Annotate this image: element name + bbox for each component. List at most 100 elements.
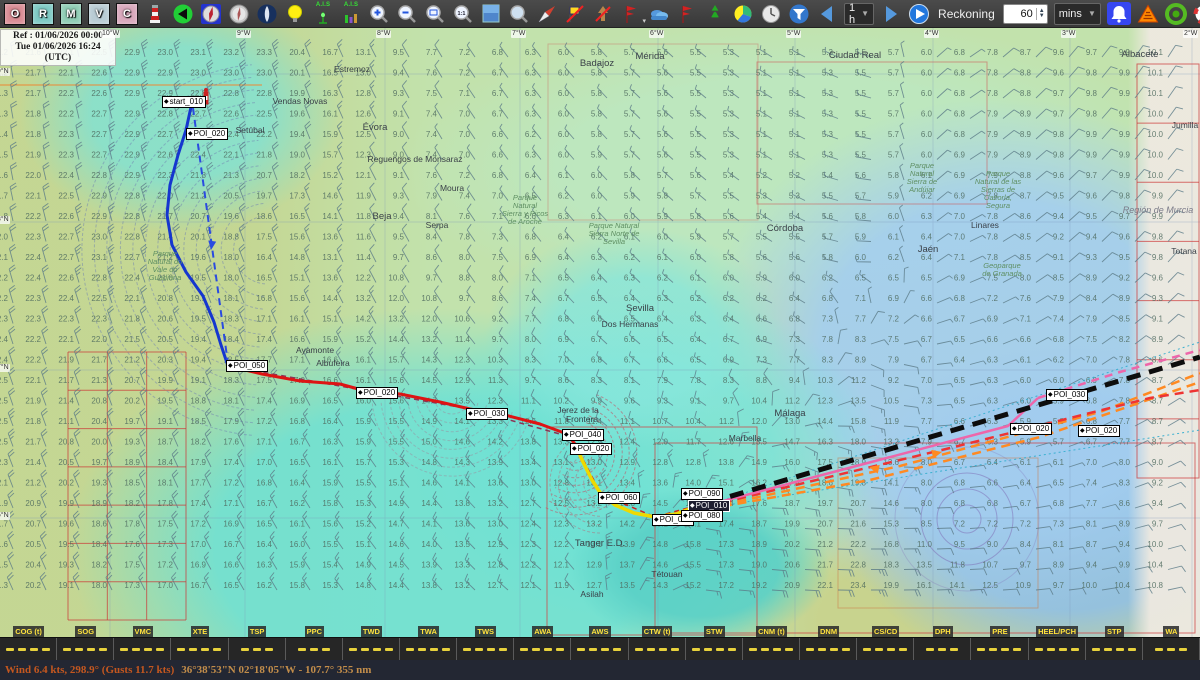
no-data-dash <box>298 648 306 651</box>
target-button[interactable] <box>1165 3 1187 25</box>
instrument-cell-wa[interactable] <box>1143 638 1200 660</box>
svg-text:20.2: 20.2 <box>784 540 800 549</box>
map-canvas[interactable]: 21.221.622.122.522.923.023.123.223.320.4… <box>0 28 1200 637</box>
svg-text:5.1: 5.1 <box>756 69 768 78</box>
instrument-cell-twd[interactable] <box>343 638 400 660</box>
tips-bulb-button[interactable] <box>284 3 306 25</box>
reckoning-spinbox[interactable]: 60▲▼ <box>1003 4 1048 24</box>
poi-label-POI_080[interactable]: ◆POI_080 <box>681 510 723 522</box>
instrument-cell-tsp[interactable] <box>229 638 286 660</box>
hazard-warning-button[interactable] <box>1137 3 1159 25</box>
hide-track-button[interactable] <box>592 3 614 25</box>
poi-label-POI_030[interactable]: ◆POI_030 <box>1046 389 1088 401</box>
zoom-area-button[interactable] <box>424 3 446 25</box>
meteogram-button[interactable] <box>732 3 754 25</box>
poi-label-POI_090[interactable]: ◆POI_090 <box>681 488 723 500</box>
hide-poi-button[interactable] <box>564 3 586 25</box>
svg-text:12.9: 12.9 <box>586 561 602 570</box>
alarm-bell-button[interactable] <box>1107 2 1131 25</box>
grib-wind2-button[interactable] <box>676 3 698 25</box>
poi-label-start_010[interactable]: ◆start_010 <box>162 96 206 108</box>
chevron-down-icon[interactable]: ▾ <box>642 17 646 25</box>
instrument-cell-ctwt[interactable] <box>629 638 686 660</box>
grib-step-combo[interactable]: 1 h▼ <box>844 3 874 25</box>
chart-layer-m[interactable]: M <box>60 3 82 25</box>
no-data-dash <box>499 648 507 651</box>
poi-label-POI_040[interactable]: ◆POI_040 <box>562 429 604 441</box>
instrument-cell-stp[interactable] <box>1086 638 1143 660</box>
zoom-out-button[interactable] <box>396 3 418 25</box>
compass-gray-button[interactable] <box>228 3 250 25</box>
instrument-cell-vmc[interactable] <box>114 638 171 660</box>
svg-text:7.9: 7.9 <box>1086 315 1098 324</box>
lighthouse-button[interactable] <box>144 3 166 25</box>
assistance-button[interactable] <box>1193 3 1200 25</box>
reckoning-unit-combo[interactable]: mins▼ <box>1054 3 1101 25</box>
instrument-cell-cscd[interactable] <box>857 638 914 660</box>
instrument-cell-tws[interactable] <box>457 638 514 660</box>
ais-list-button[interactable]: A.I.S <box>340 3 362 25</box>
svg-text:12.7: 12.7 <box>520 499 536 508</box>
svg-text:17.1: 17.1 <box>289 356 305 365</box>
svg-text:20.2: 20.2 <box>58 479 74 488</box>
svg-text:23.0: 23.0 <box>256 69 272 78</box>
instrument-cell-cnmt[interactable] <box>743 638 800 660</box>
svg-text:7.3: 7.3 <box>921 397 933 406</box>
poi-label-POI_020[interactable]: ◆POI_020 <box>356 387 398 399</box>
svg-text:12.2: 12.2 <box>355 274 371 283</box>
svg-text:13.4: 13.4 <box>520 458 536 467</box>
compass-blue-button[interactable] <box>200 3 222 25</box>
chart-layer-r[interactable]: R <box>32 3 54 25</box>
instrument-cell-aws[interactable] <box>571 638 628 660</box>
chart-layer-o[interactable]: O <box>4 3 26 25</box>
svg-text:13.7: 13.7 <box>619 561 635 570</box>
instrument-caption-cogt: COG (t) <box>13 626 44 637</box>
poi-label-text: POI_020 <box>1086 426 1118 435</box>
grib-next-button[interactable] <box>880 3 902 25</box>
center-boat-button[interactable] <box>172 3 194 25</box>
poi-label-POI_030[interactable]: ◆POI_030 <box>466 408 508 420</box>
instrument-cell-heelpch[interactable] <box>1029 638 1086 660</box>
poi-label-POI_020[interactable]: ◆POI_020 <box>570 443 612 455</box>
spin-arrows-icon[interactable]: ▲▼ <box>1036 8 1047 20</box>
grib-reload-button[interactable] <box>704 3 726 25</box>
poi-label-POI_050[interactable]: ◆POI_050 <box>226 360 268 372</box>
zoom-in-button[interactable] <box>368 3 390 25</box>
compass-needle-button[interactable] <box>536 3 558 25</box>
svg-text:7.0: 7.0 <box>459 130 471 139</box>
chart-layer-v[interactable]: V <box>88 3 110 25</box>
boat-view-button[interactable] <box>256 3 278 25</box>
instrument-cell-dnm[interactable] <box>800 638 857 660</box>
map-opacity-button[interactable] <box>480 3 502 25</box>
zoom-1-1-button[interactable]: 1:1 <box>452 3 474 25</box>
poi-label-POI_020[interactable]: ◆POI_020 <box>186 128 228 140</box>
grib-play-button[interactable] <box>908 3 930 25</box>
zoom-grib-button[interactable] <box>508 3 530 25</box>
svg-text:19.9: 19.9 <box>58 499 74 508</box>
grib-filter-button[interactable] <box>788 3 810 25</box>
instrument-cell-ppc[interactable] <box>286 638 343 660</box>
instrument-cell-sog[interactable] <box>57 638 114 660</box>
routes-layer[interactable] <box>167 107 1200 517</box>
instrument-cell-twa[interactable] <box>400 638 457 660</box>
grib-wind-button[interactable]: ▾ <box>620 3 642 25</box>
instrument-cell-dph[interactable] <box>914 638 971 660</box>
grib-prev-button[interactable] <box>816 3 838 25</box>
grib-clouds-button[interactable] <box>648 3 670 25</box>
instrument-caption-wa: WA <box>1163 626 1179 637</box>
svg-text:22.5: 22.5 <box>0 397 9 406</box>
poi-label-POI_020[interactable]: ◆POI_020 <box>1078 425 1120 437</box>
instrument-cell-awa[interactable] <box>514 638 571 660</box>
no-data-dash <box>1179 648 1187 651</box>
svg-text:9.1: 9.1 <box>1152 315 1164 324</box>
instrument-cell-pre[interactable] <box>971 638 1028 660</box>
instrument-cell-stw[interactable] <box>686 638 743 660</box>
grib-clock-button[interactable] <box>760 3 782 25</box>
instrument-cell-cogt[interactable] <box>0 638 57 660</box>
chart-layer-c[interactable]: C <box>116 3 138 25</box>
ais-targets-button[interactable]: A.I.S <box>312 3 334 25</box>
instrument-caption-dnm: DNM <box>818 626 839 637</box>
poi-label-POI_060[interactable]: ◆POI_060 <box>598 492 640 504</box>
poi-label-POI_020[interactable]: ◆POI_020 <box>1010 423 1052 435</box>
instrument-cell-xte[interactable] <box>171 638 228 660</box>
